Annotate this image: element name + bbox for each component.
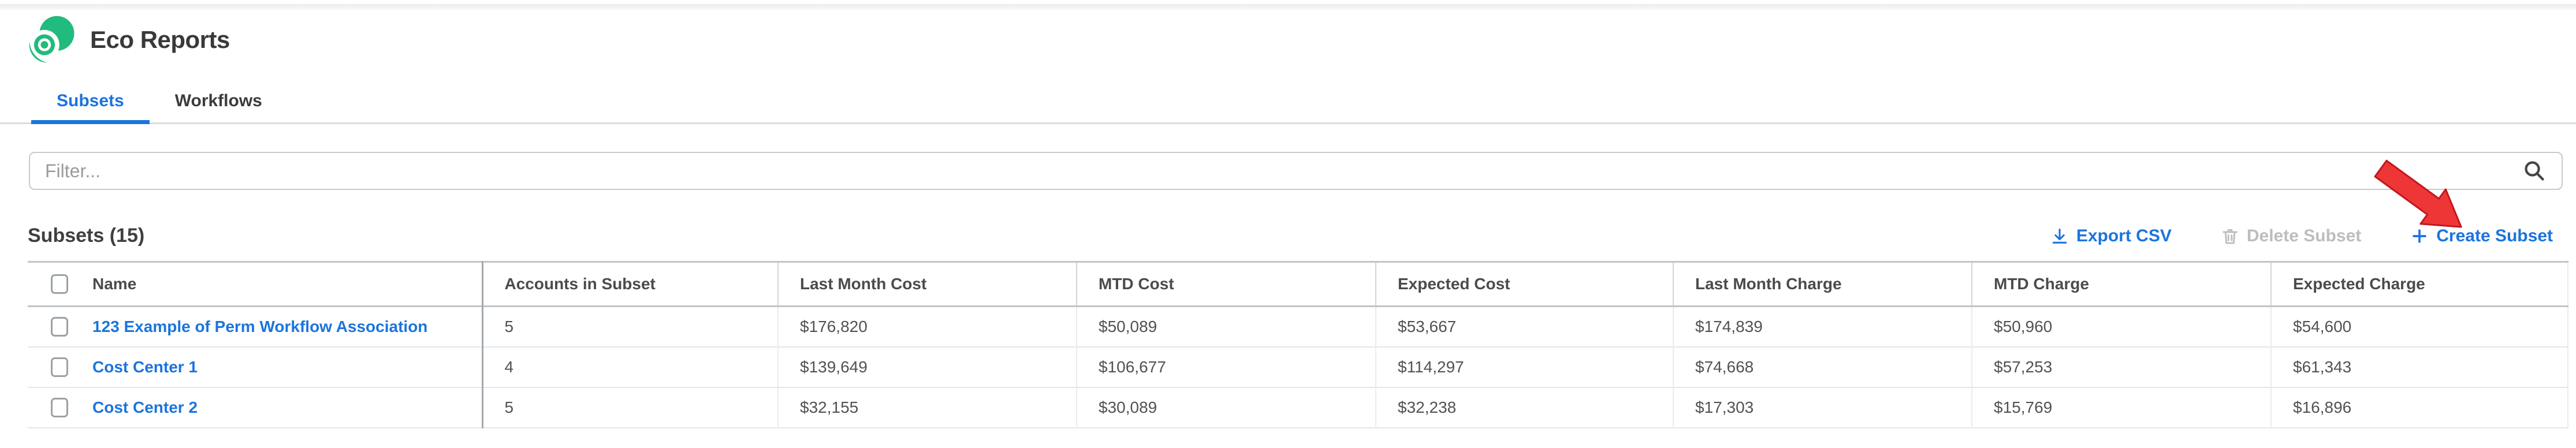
page: Eco Reports Subsets Workflows Subsets (1… <box>0 0 2576 448</box>
expected-cost-cell: $53,667 <box>1376 307 1673 347</box>
mtd-cost-cell: $30,089 <box>1077 387 1376 428</box>
subset-name-cell: 123 Example of Perm Workflow Association <box>81 307 482 347</box>
subsets-table: Name Accounts in Subset Last Month Cost … <box>28 261 2568 428</box>
col-header-expected-cost: Expected Cost <box>1376 262 1673 307</box>
delete-subset-label: Delete Subset <box>2247 226 2361 246</box>
subset-name-link[interactable]: 123 Example of Perm Workflow Association <box>92 318 427 335</box>
col-header-mtd-charge: MTD Charge <box>1972 262 2271 307</box>
col-header-last-month-charge: Last Month Charge <box>1673 262 1972 307</box>
expected-charge-cell: $16,896 <box>2271 387 2568 428</box>
row-checkbox[interactable] <box>51 357 68 377</box>
row-checkbox-cell <box>28 307 81 347</box>
last-month-charge-cell: $74,668 <box>1673 347 1972 387</box>
table-row: 123 Example of Perm Workflow Association… <box>28 307 2568 347</box>
mtd-cost-cell: $50,089 <box>1077 307 1376 347</box>
download-icon <box>2050 226 2069 246</box>
filter-input[interactable] <box>29 152 2563 190</box>
create-subset-button[interactable]: Create Subset <box>2410 226 2553 246</box>
subsets-count-heading: Subsets (15) <box>28 225 144 247</box>
last-month-cost-cell: $139,649 <box>778 347 1077 387</box>
delete-subset-button[interactable]: Delete Subset <box>2220 226 2361 246</box>
table-row: Cost Center 2 5 $32,155 $30,089 $32,238 … <box>28 387 2568 428</box>
export-csv-label: Export CSV <box>2076 226 2172 246</box>
table-row: Cost Center 1 4 $139,649 $106,677 $114,2… <box>28 347 2568 387</box>
mtd-charge-cell: $50,960 <box>1972 307 2271 347</box>
row-checkbox-cell <box>28 347 81 387</box>
accounts-cell: 5 <box>482 387 778 428</box>
subset-name-cell: Cost Center 2 <box>81 387 482 428</box>
subset-name-link[interactable]: Cost Center 2 <box>92 398 198 416</box>
expected-cost-cell: $32,238 <box>1376 387 1673 428</box>
mtd-cost-cell: $106,677 <box>1077 347 1376 387</box>
select-all-checkbox[interactable] <box>51 274 68 294</box>
accounts-cell: 4 <box>482 347 778 387</box>
last-month-charge-cell: $174,839 <box>1673 307 1972 347</box>
row-checkbox-cell <box>28 387 81 428</box>
expected-charge-cell: $61,343 <box>2271 347 2568 387</box>
tab-workflows-label: Workflows <box>175 91 262 110</box>
col-header-accounts: Accounts in Subset <box>482 262 778 307</box>
expected-charge-cell: $54,600 <box>2271 307 2568 347</box>
subset-name-link[interactable]: Cost Center 1 <box>92 358 198 376</box>
row-checkbox[interactable] <box>51 398 68 417</box>
col-header-expected-charge: Expected Charge <box>2271 262 2568 307</box>
col-header-last-month-cost: Last Month Cost <box>778 262 1077 307</box>
subset-name-cell: Cost Center 1 <box>81 347 482 387</box>
last-month-charge-cell: $17,303 <box>1673 387 1972 428</box>
subsets-toolbar: Subsets (15) Export CSV Delete Subset <box>28 225 2553 247</box>
accounts-cell: 5 <box>482 307 778 347</box>
plus-icon <box>2410 226 2429 246</box>
filter-bar <box>29 152 2563 190</box>
col-header-name: Name <box>81 262 482 307</box>
top-shadow <box>0 4 2576 10</box>
trash-icon <box>2220 226 2240 246</box>
mtd-charge-cell: $57,253 <box>1972 347 2271 387</box>
tab-bar: Subsets Workflows <box>0 82 2576 124</box>
app-logo-icon <box>27 15 76 65</box>
toolbar-actions: Export CSV Delete Subset Create Subset <box>2050 226 2553 246</box>
row-checkbox[interactable] <box>51 317 68 337</box>
export-csv-button[interactable]: Export CSV <box>2050 226 2172 246</box>
tab-workflows[interactable]: Workflows <box>150 82 288 122</box>
create-subset-label: Create Subset <box>2436 226 2553 246</box>
search-icon[interactable] <box>2522 159 2547 183</box>
tab-subsets[interactable]: Subsets <box>31 82 150 122</box>
last-month-cost-cell: $32,155 <box>778 387 1077 428</box>
expected-cost-cell: $114,297 <box>1376 347 1673 387</box>
mtd-charge-cell: $15,769 <box>1972 387 2271 428</box>
last-month-cost-cell: $176,820 <box>778 307 1077 347</box>
table-header-row: Name Accounts in Subset Last Month Cost … <box>28 262 2568 307</box>
col-header-mtd-cost: MTD Cost <box>1077 262 1376 307</box>
tab-subsets-label: Subsets <box>57 91 124 110</box>
page-title: Eco Reports <box>90 26 230 54</box>
select-all-cell <box>28 262 81 307</box>
